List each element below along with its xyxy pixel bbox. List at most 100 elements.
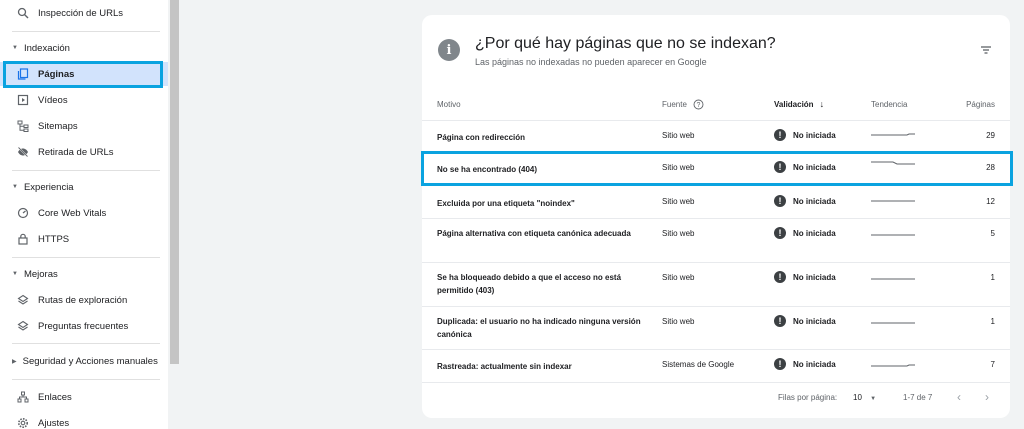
help-icon[interactable]: ? [693,99,704,110]
rows-per-page-label: Filas por página: [778,393,838,402]
info-icon: i [438,39,460,61]
sidebar-item-label: Inspección de URLs [38,7,124,19]
trend-sparkline [871,133,915,136]
sidebar-item-links[interactable]: Enlaces [0,385,168,409]
row-source: Sitio web [662,163,695,172]
section-security[interactable]: ▶ Seguridad y Acciones manuales [0,349,168,373]
sidebar-item-label: Preguntas frecuentes [38,320,129,332]
row-source: Sitio web [662,229,695,238]
table-row[interactable]: Excluida por una etiqueta "noindex" Siti… [422,185,1010,218]
sidebar-item-pages[interactable]: Páginas [0,62,168,86]
sidebar-item-label: Rutas de exploración [38,294,128,306]
column-header-fuente[interactable]: Fuente ? [662,97,704,111]
row-pages: 1 [990,317,995,326]
table-row[interactable]: Página con redirección Sitio web ! No ini… [422,120,1010,152]
table-row[interactable]: Rastreada: actualmente sin indexar Siste… [422,349,1010,382]
section-indexacion[interactable]: ▼ Indexación [0,36,168,60]
row-pages: 5 [990,229,995,238]
table-row[interactable]: Se ha bloqueado debido a que el acceso n… [422,262,1010,306]
table-row[interactable]: No se ha encontrado (404) Sitio web ! No … [422,152,1010,185]
gauge-icon [16,206,30,220]
row-source: Sitio web [662,131,695,140]
divider [12,257,160,258]
row-validation: ! No iniciada [774,129,836,141]
card-title: ¿Por qué hay páginas que no se indexan? [475,35,776,52]
row-validation: ! No iniciada [774,271,836,283]
card-subtitle: Las páginas no indexadas no pueden apare… [475,57,707,67]
section-title: Experiencia [23,181,74,193]
rows-per-page-value: 10 [853,393,862,402]
sidebar-item-https[interactable]: HTTPS [0,227,168,251]
svg-text:?: ? [696,102,700,109]
eye-off-icon [16,145,30,159]
filter-icon[interactable] [979,43,993,57]
divider [12,170,160,171]
sitemap-icon [16,119,30,133]
row-source: Sitio web [662,197,695,206]
row-pages: 28 [986,163,995,172]
divider [12,343,160,344]
section-title: Mejoras [23,268,58,280]
validation-status: No iniciada [793,359,836,369]
prev-page-icon[interactable]: ‹ [957,390,961,404]
warning-icon: ! [774,271,786,283]
sidebar-item-core-web-vitals[interactable]: Core Web Vitals [0,201,168,225]
section-title: Indexación [23,42,70,54]
table-row[interactable]: Duplicada: el usuario no ha indicado nin… [422,306,1010,349]
section-title: Seguridad y Acciones manuales [22,355,158,367]
sidebar-item-label: Sitemaps [38,120,78,132]
validation-status: No iniciada [793,162,836,172]
trend-sparkline [871,322,915,324]
row-reason: Rastreada: actualmente sin indexar [437,362,572,371]
sidebar-item-label: Retirada de URLs [38,146,114,158]
trend-sparkline [871,278,915,280]
trend-sparkline [871,200,915,202]
chevron-down-icon: ▼ [12,184,18,190]
row-reason: Excluida por una etiqueta "noindex" [437,199,575,208]
row-source: Sitio web [662,317,695,326]
dropdown-arrow-icon: ▼ [870,396,877,402]
sidebar-item-breadcrumbs[interactable]: Rutas de exploración [0,288,168,312]
trend-sparkline [871,161,915,165]
section-mejoras[interactable]: ▼ Mejoras [0,262,168,286]
row-source: Sistemas de Google [662,360,735,369]
gear-icon [16,416,30,429]
row-validation: ! No iniciada [774,227,836,239]
column-header-motivo[interactable]: Motivo [437,97,461,111]
trend-sparkline [871,234,915,236]
video-icon [16,93,30,107]
sidebar-item-settings[interactable]: Ajustes [0,411,168,429]
sidebar-item-sitemaps[interactable]: Sitemaps [0,114,168,138]
sidebar-scrollbar-thumb[interactable] [170,0,179,364]
sidebar-item-url-removals[interactable]: Retirada de URLs [0,140,168,164]
search-icon [16,6,30,20]
rows-per-page-select[interactable]: 10 ▼ [853,393,876,402]
layers-icon [16,319,30,333]
trend-sparkline [871,364,915,367]
sidebar-item-label: Vídeos [38,94,68,106]
table-row[interactable]: Página alternativa con etiqueta canónica… [422,218,1010,262]
row-validation: ! No iniciada [774,358,836,370]
row-pages: 7 [990,360,995,369]
sidebar-item-faq[interactable]: Preguntas frecuentes [0,314,168,338]
divider [422,382,1010,383]
next-page-icon[interactable]: › [985,390,989,404]
layers-icon [16,293,30,307]
lock-icon [16,232,30,246]
column-header-label: Fuente [662,99,687,109]
sidebar-item-label: Enlaces [38,391,72,403]
section-experiencia[interactable]: ▼ Experiencia [0,175,168,199]
sidebar-item-url-inspection[interactable]: Inspección de URLs [0,1,168,25]
sidebar-item-label: Páginas [38,68,75,80]
column-header-paginas[interactable]: Páginas [966,97,995,111]
warning-icon: ! [774,358,786,370]
column-header-validacion[interactable]: Validación ↓ [774,97,824,111]
row-reason: Duplicada: el usuario no ha indicado nin… [437,317,641,339]
sort-arrow-down-icon: ↓ [819,99,825,109]
sidebar-item-label: Core Web Vitals [38,207,107,219]
row-pages: 12 [986,197,995,206]
warning-icon: ! [774,195,786,207]
row-pages: 29 [986,131,995,140]
row-reason: Se ha bloqueado debido a que el acceso n… [437,273,622,295]
sidebar-item-videos[interactable]: Vídeos [0,88,168,112]
